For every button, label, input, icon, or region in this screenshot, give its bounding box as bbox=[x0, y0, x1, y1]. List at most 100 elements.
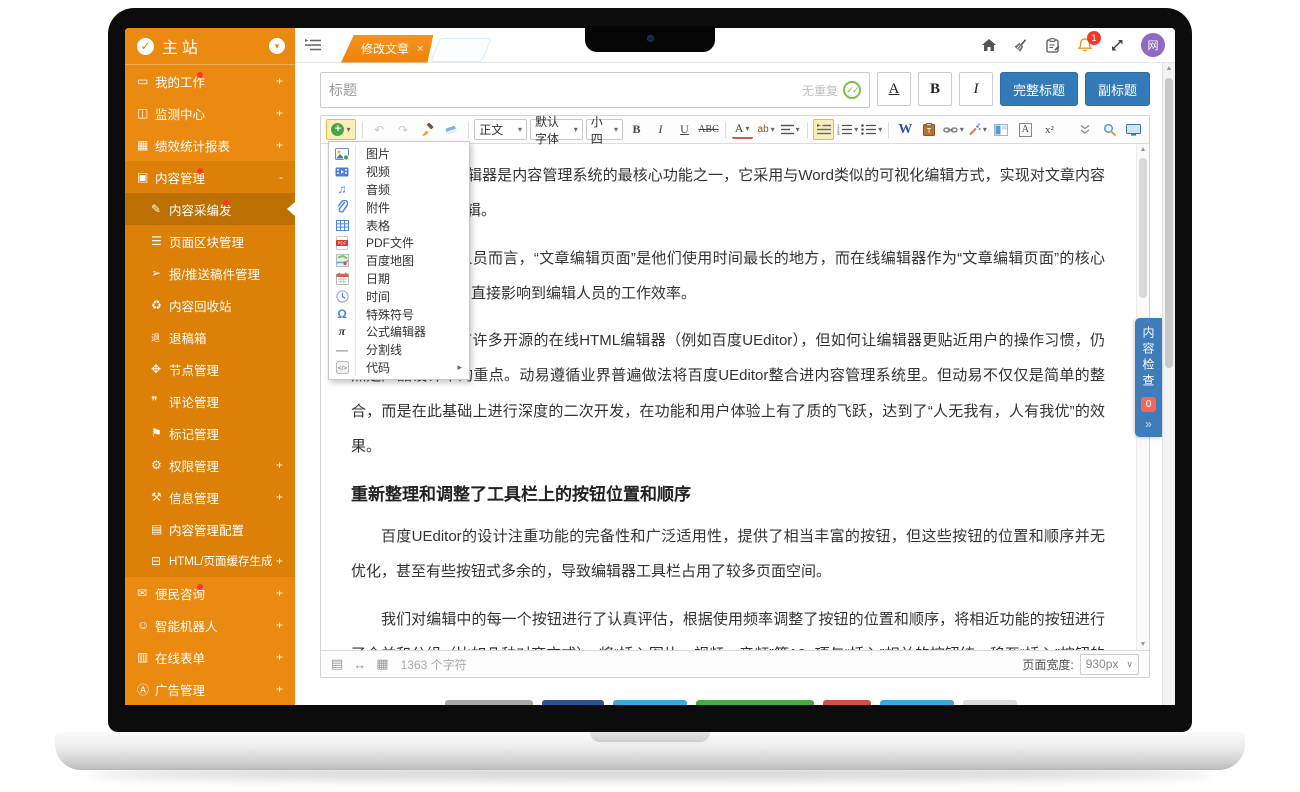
first-line-indent-button[interactable] bbox=[813, 119, 834, 140]
grid-toggle-icon[interactable]: ▦ bbox=[376, 656, 388, 672]
title-italic-button[interactable]: I bbox=[959, 72, 993, 106]
content-check-tab[interactable]: 内容检查 0 » bbox=[1135, 318, 1162, 437]
sidebar-header[interactable]: ✓ 主站 ▾ bbox=[125, 28, 295, 65]
format-brush-button[interactable] bbox=[417, 119, 438, 140]
editor-toolbar: + ↶ ↷ 正文 bbox=[321, 116, 1149, 144]
action-button[interactable] bbox=[963, 700, 1017, 705]
sidebar-item-node-mgmt[interactable]: ✥ 节点管理 bbox=[125, 353, 295, 385]
menu-item-video[interactable]: 视频 bbox=[329, 163, 469, 181]
sidebar-item-smart-robot[interactable]: ☺ 智能机器人 + bbox=[125, 609, 295, 641]
full-title-button[interactable]: 完整标题 bbox=[1000, 72, 1078, 106]
menu-item-formula[interactable]: π 公式编辑器 bbox=[329, 323, 469, 341]
sidebar-item-recycle-bin[interactable]: ♻ 内容回收站 bbox=[125, 289, 295, 321]
sidebar-item-tag-mgmt[interactable]: ⚑ 标记管理 bbox=[125, 417, 295, 449]
tab-edit-article[interactable]: 修改文章 × bbox=[341, 35, 433, 63]
avatar[interactable]: 网 bbox=[1141, 33, 1165, 57]
clean-icon[interactable] bbox=[1014, 38, 1029, 53]
font-select[interactable]: 默认字体 bbox=[530, 119, 583, 140]
sidebar-item-info-mgmt[interactable]: ⚒ 信息管理 + bbox=[125, 481, 295, 513]
sub-title-button[interactable]: 副标题 bbox=[1085, 72, 1150, 106]
action-button[interactable] bbox=[542, 700, 604, 705]
sidebar-item-performance-report[interactable]: ▦ 绩效统计报表 + bbox=[125, 129, 295, 161]
ordered-list-button[interactable]: '123 bbox=[837, 119, 858, 140]
double-chevron-icon[interactable]: » bbox=[1135, 417, 1162, 431]
font-color-button[interactable]: A bbox=[732, 121, 753, 139]
undo-button[interactable]: ↶ bbox=[369, 119, 390, 140]
auto-format-button[interactable] bbox=[967, 119, 988, 140]
scroll-up-icon[interactable]: ▲ bbox=[1137, 146, 1149, 153]
sidebar-item-permission-mgmt[interactable]: ⚙ 权限管理 + bbox=[125, 449, 295, 481]
sidebar-item-my-work[interactable]: ▭ 我的工作 + bbox=[125, 65, 295, 97]
action-button[interactable] bbox=[823, 700, 871, 705]
scroll-down-icon[interactable]: ▼ bbox=[1137, 641, 1149, 648]
sidebar-item-convenience-consult[interactable]: ✉ 便民咨询 + bbox=[125, 577, 295, 609]
align-button[interactable] bbox=[780, 119, 801, 140]
collapse-sidebar-icon[interactable] bbox=[305, 39, 321, 51]
clipboard-edit-icon[interactable] bbox=[1046, 38, 1060, 53]
eraser-button[interactable] bbox=[441, 119, 462, 140]
preview-monitor-icon[interactable] bbox=[1123, 119, 1144, 140]
title-style-a-button[interactable]: A bbox=[877, 72, 911, 106]
menu-item-attachment[interactable]: 附件 bbox=[329, 198, 469, 216]
word-import-button[interactable]: W bbox=[895, 119, 916, 140]
menu-item-table[interactable]: 表格 bbox=[329, 216, 469, 234]
menu-item-divider[interactable]: — 分割线 bbox=[329, 341, 469, 359]
menu-item-special-char[interactable]: Ω 特殊符号 bbox=[329, 305, 469, 323]
unordered-list-button[interactable] bbox=[861, 119, 882, 140]
menu-item-date[interactable]: 日期 bbox=[329, 270, 469, 288]
sidebar-item-page-blocks[interactable]: ☰ 页面区块管理 bbox=[125, 225, 295, 257]
underline-button[interactable]: U bbox=[674, 119, 695, 140]
menu-item-map[interactable]: 百度地图 bbox=[329, 252, 469, 270]
sidebar-item-push-manuscripts[interactable]: ➢ 报/推送稿件管理 bbox=[125, 257, 295, 289]
sidebar-item-monitor-center[interactable]: ◫ 监测中心 + bbox=[125, 97, 295, 129]
highlight-color-button[interactable]: ab bbox=[756, 119, 777, 140]
scroll-up-icon[interactable]: ▲ bbox=[1163, 65, 1175, 72]
menu-item-image[interactable]: 图片 bbox=[329, 145, 469, 163]
scroll-thumb[interactable] bbox=[1139, 158, 1147, 298]
collapse-toolbar-icon[interactable] bbox=[1075, 119, 1096, 140]
redo-button[interactable]: ↷ bbox=[393, 119, 414, 140]
page-scrollbar[interactable]: ▲ bbox=[1162, 63, 1175, 705]
menu-item-audio[interactable]: ♫ 音频 bbox=[329, 181, 469, 199]
insert-button[interactable]: + bbox=[326, 119, 356, 140]
sidebar-item-content-editing[interactable]: ✎ 内容采编发 bbox=[125, 193, 295, 225]
action-button[interactable] bbox=[613, 700, 687, 705]
font-size-select[interactable]: 小四 bbox=[586, 119, 623, 140]
action-button[interactable] bbox=[696, 700, 814, 705]
sidebar-item-online-forms[interactable]: ▥ 在线表单 + bbox=[125, 641, 295, 673]
home-icon[interactable] bbox=[981, 38, 997, 52]
action-button[interactable] bbox=[445, 700, 533, 705]
element-path-icon[interactable]: ▤ bbox=[331, 656, 343, 672]
char-style-button[interactable]: A bbox=[1015, 119, 1036, 140]
sidebar-item-ad-mgmt[interactable]: Ⓐ 广告管理 + bbox=[125, 673, 295, 705]
sidebar-item-html-cache[interactable]: ⊟ HTML/页面缓存生成 + bbox=[125, 545, 295, 577]
menu-item-time[interactable]: 时间 bbox=[329, 287, 469, 305]
strikethrough-button[interactable]: ABC bbox=[698, 119, 719, 140]
search-replace-icon[interactable] bbox=[1099, 119, 1120, 140]
action-button[interactable] bbox=[880, 700, 954, 705]
fullscreen-icon[interactable] bbox=[1110, 38, 1124, 52]
layout-button[interactable] bbox=[991, 119, 1012, 140]
sidebar-item-rejected-box[interactable]: 退 退稿箱 bbox=[125, 321, 295, 353]
italic-button[interactable]: I bbox=[650, 119, 671, 140]
close-icon[interactable]: × bbox=[417, 43, 423, 55]
audio-icon: ♫ bbox=[329, 182, 355, 196]
menu-item-code[interactable]: </> 代码 ▸ bbox=[329, 359, 469, 377]
sidebar-item-comment-mgmt[interactable]: ❞ 评论管理 bbox=[125, 385, 295, 417]
title-input[interactable] bbox=[329, 82, 802, 98]
link-button[interactable] bbox=[943, 119, 964, 140]
bold-button[interactable]: B bbox=[626, 119, 647, 140]
scroll-thumb[interactable] bbox=[1165, 78, 1173, 368]
superscript-button[interactable]: x² bbox=[1039, 119, 1060, 140]
chevron-down-icon[interactable]: ▾ bbox=[269, 38, 285, 54]
plus-icon: + bbox=[331, 123, 344, 136]
sidebar-item-content-mgmt[interactable]: ▣ 内容管理 - bbox=[125, 161, 295, 193]
paragraph-select[interactable]: 正文 bbox=[474, 119, 527, 140]
width-toggle-icon[interactable]: ↔ bbox=[353, 657, 366, 672]
sidebar-item-content-config[interactable]: ▤ 内容管理配置 bbox=[125, 513, 295, 545]
page-width-select[interactable]: 930px bbox=[1080, 654, 1139, 675]
paste-plain-button[interactable]: T bbox=[919, 119, 940, 140]
title-bold-button[interactable]: B bbox=[918, 72, 952, 106]
bell-icon[interactable]: 1 bbox=[1077, 37, 1093, 54]
menu-item-pdf[interactable]: PDF PDF文件 bbox=[329, 234, 469, 252]
